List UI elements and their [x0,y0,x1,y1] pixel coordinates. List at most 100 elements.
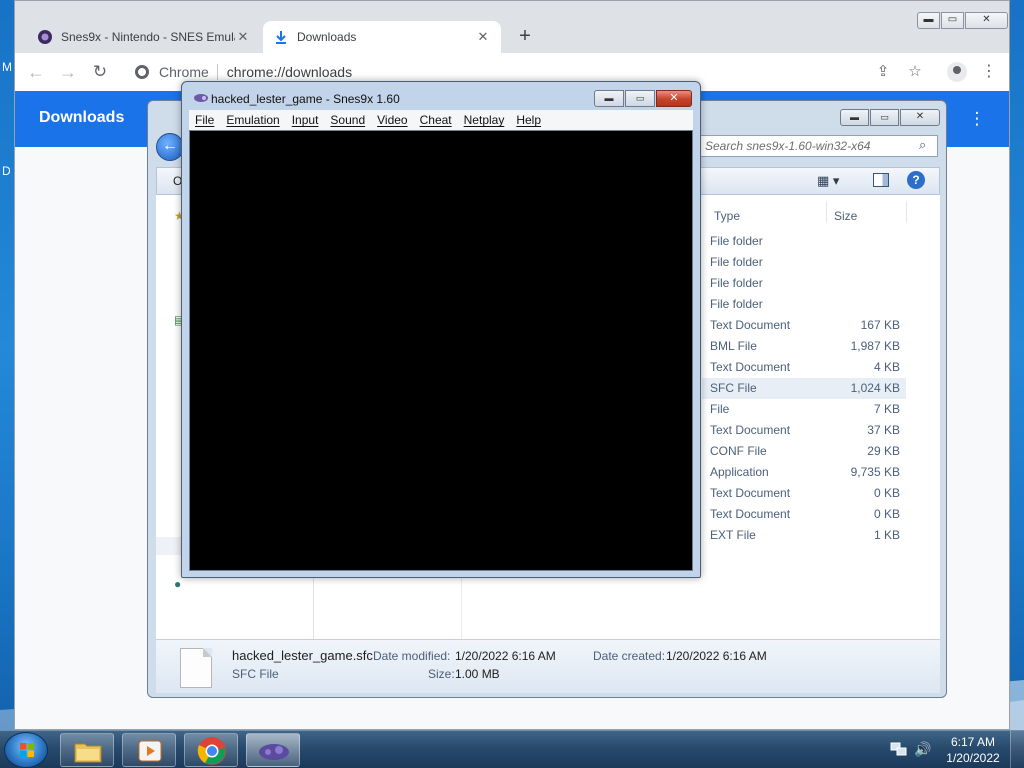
date-modified-label: Date modified: [373,649,451,663]
profile-avatar-icon[interactable] [947,62,967,82]
title-bar[interactable]: hacked_lester_game - Snes9x 1.60 ▬ ▭ ✕ [182,82,700,110]
tab-title: Snes9x - Nintendo - SNES Emulator [61,30,235,44]
network-icon[interactable] [890,741,908,757]
close-tab-icon[interactable]: ✕ [475,29,491,45]
close-button[interactable]: ✕ [965,12,1008,29]
taskbar-explorer-button[interactable] [60,733,114,767]
preview-pane-icon[interactable] [873,173,889,187]
minimize-button[interactable]: ▬ [917,12,940,29]
menu-cheat[interactable]: Cheat [420,113,452,127]
menu-bar: File Emulation Input Sound Video Cheat N… [189,110,693,130]
file-size-cell: 29 KB [867,444,900,458]
file-row[interactable]: File folder [702,231,906,252]
chrome-logo-icon [197,737,226,765]
file-icon [180,648,212,688]
file-row[interactable]: Text Document 167 KB [702,315,906,336]
menu-file[interactable]: File [195,113,214,127]
file-row[interactable]: Application 9,735 KB [702,462,906,483]
file-row[interactable]: SFC File 1,024 KB [702,378,906,399]
search-icon[interactable]: ⌕ [919,137,926,153]
file-row[interactable]: Text Document 4 KB [702,357,906,378]
column-header-size[interactable]: Size [834,209,857,223]
file-type-cell: Text Document [710,423,791,437]
minimize-button[interactable]: ▬ [594,90,624,107]
file-size-cell: 7 KB [873,402,900,416]
window-title: hacked_lester_game - Snes9x 1.60 [211,92,400,106]
file-size-cell: 0 KB [873,486,900,500]
back-arrow-icon[interactable]: ← [25,61,47,83]
file-type-cell: File [710,402,730,416]
chrome-logo-icon [135,65,149,79]
file-type-cell: Application [710,465,769,479]
date-created-value: 1/20/2022 6:16 AM [666,649,767,663]
volume-icon[interactable]: 🔊 [914,741,931,758]
show-desktop-button[interactable] [1010,731,1024,768]
forward-arrow-icon[interactable]: → [57,61,79,83]
file-row[interactable]: File folder [702,252,906,273]
details-pane: hacked_lester_game.sfc SFC File Date mod… [156,639,940,693]
close-tab-icon[interactable]: ✕ [235,29,251,45]
menu-emulation[interactable]: Emulation [226,113,279,127]
column-separator[interactable] [826,201,827,223]
file-row[interactable]: File folder [702,294,906,315]
reload-icon[interactable]: ↻ [89,61,111,83]
file-row[interactable]: File 7 KB [702,399,906,420]
size-value: 1.00 MB [455,667,500,681]
desktop-icon-label-fragment: D [2,164,11,178]
views-icon[interactable]: ▦ ▾ [817,173,839,189]
maximize-button[interactable]: ▭ [870,109,899,126]
tab-strip: Snes9x - Nintendo - SNES Emulator ✕ Down… [15,1,1009,53]
column-separator[interactable] [906,201,907,223]
file-row[interactable]: File folder [702,273,906,294]
game-display[interactable] [189,130,693,571]
file-type-cell: Text Document [710,507,791,521]
file-row[interactable]: Text Document 0 KB [702,504,906,525]
close-button[interactable]: ✕ [900,109,940,126]
file-row[interactable]: Text Document 0 KB [702,483,906,504]
help-icon[interactable]: ? [907,171,925,189]
tab-title: Downloads [297,30,357,44]
file-type-cell: Text Document [710,486,791,500]
tab-downloads[interactable]: Downloads ✕ [263,21,501,53]
file-row[interactable]: BML File 1,987 KB [702,336,906,357]
size-label: Size: [428,667,455,681]
new-tab-button[interactable]: + [513,25,537,49]
menu-help[interactable]: Help [516,113,541,127]
taskbar-snes9x-button[interactable] [246,733,300,767]
file-size-cell: 1 KB [873,528,900,542]
close-button[interactable]: ✕ [656,90,692,107]
maximize-button[interactable]: ▭ [941,12,964,29]
file-row[interactable]: EXT File 1 KB [702,525,906,546]
clock-time[interactable]: 6:17 AM [950,735,996,749]
file-size-cell: 37 KB [867,423,900,437]
menu-video[interactable]: Video [377,113,407,127]
file-row[interactable]: CONF File 29 KB [702,441,906,462]
file-size-cell: 4 KB [873,360,900,374]
menu-netplay[interactable]: Netplay [464,113,505,127]
file-row[interactable]: Text Document 37 KB [702,420,906,441]
search-input[interactable]: Search snes9x-1.60-win32-x64 ⌕ [700,135,938,157]
file-type-cell: Text Document [710,360,791,374]
share-icon[interactable]: ⇪ [873,62,893,82]
kebab-menu-icon[interactable]: ⋮ [979,62,999,82]
downloads-menu-icon[interactable]: ⋮ [967,109,987,129]
file-size-cell: 167 KB [860,318,900,332]
tab-snes9x[interactable]: Snes9x - Nintendo - SNES Emulator ✕ [27,21,261,53]
url-text: chrome://downloads [226,64,353,80]
bookmark-star-icon[interactable]: ☆ [905,62,925,82]
column-header-type[interactable]: Type [714,209,740,223]
clock-date[interactable]: 1/20/2022 [944,751,1002,765]
file-type-cell: BML File [710,339,757,353]
site-chip: Chrome [159,64,218,80]
menu-sound[interactable]: Sound [330,113,365,127]
file-type-cell: EXT File [710,528,756,542]
taskbar-media-player-button[interactable] [122,733,176,767]
start-button[interactable] [4,732,48,768]
network-icon[interactable]: ● [174,577,181,591]
media-player-icon [138,740,162,762]
minimize-button[interactable]: ▬ [840,109,869,126]
menu-input[interactable]: Input [292,113,319,127]
taskbar-chrome-button[interactable] [184,733,238,767]
maximize-button[interactable]: ▭ [625,90,655,107]
back-arrow-icon[interactable]: ← [156,133,184,161]
